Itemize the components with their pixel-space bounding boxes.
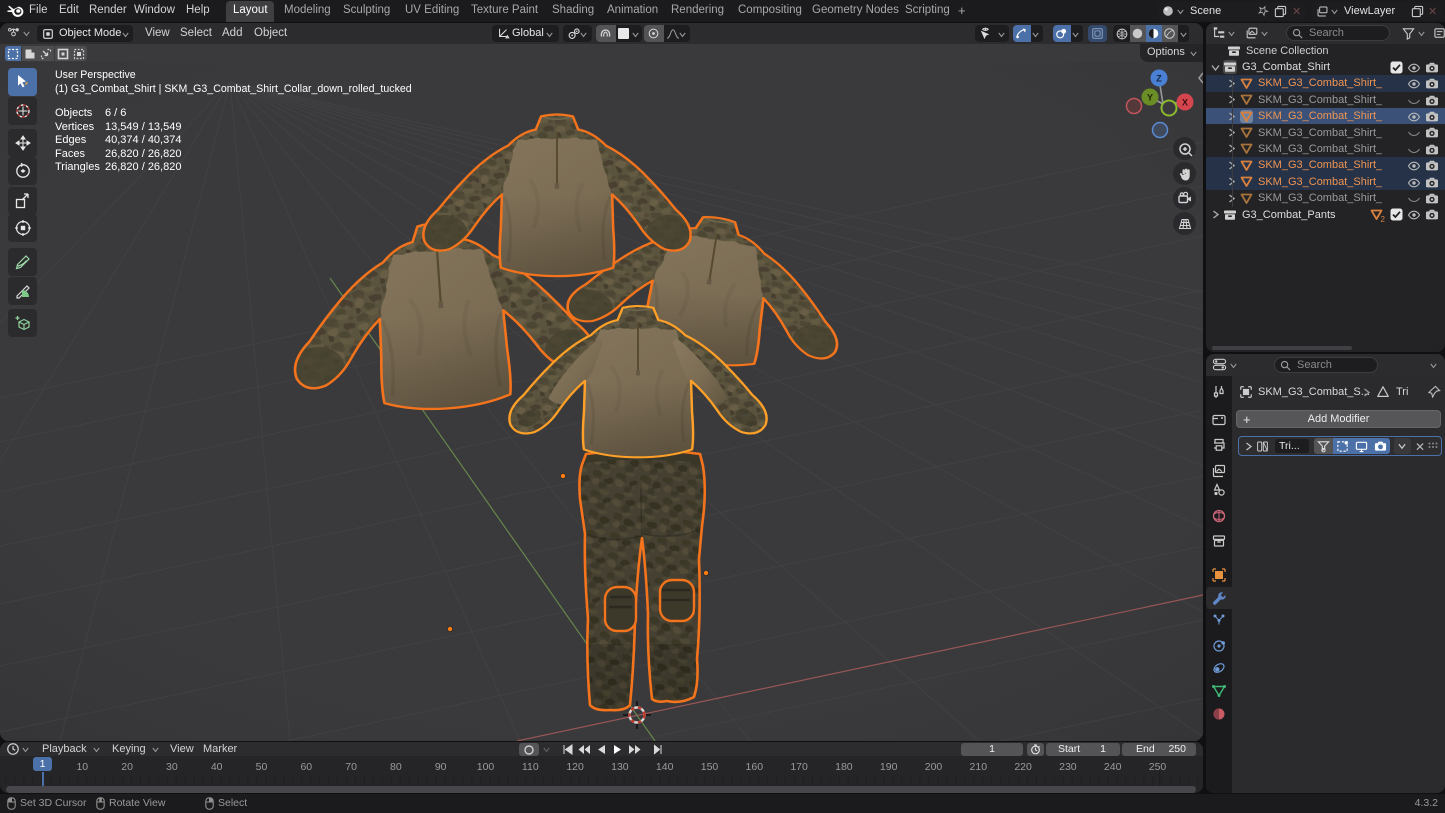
svg-text:X: X	[1182, 98, 1188, 108]
svg-text:Y: Y	[1147, 93, 1153, 103]
svg-text:Z: Z	[1156, 74, 1162, 84]
